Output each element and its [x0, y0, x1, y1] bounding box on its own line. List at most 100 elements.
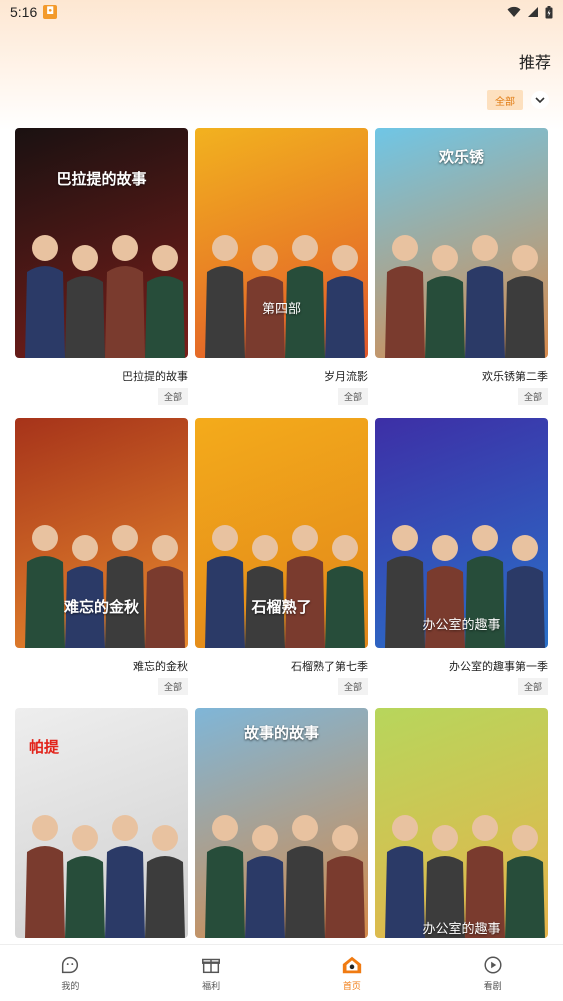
poster-title: 难忘的金秋	[63, 598, 139, 616]
poster-title: 故事的故事	[243, 724, 319, 742]
play-icon	[484, 956, 502, 974]
person-body	[285, 846, 325, 938]
drama-poster[interactable]: 欢乐锈	[375, 128, 548, 358]
person-head	[212, 815, 238, 841]
drama-poster[interactable]: 帕提	[15, 708, 188, 938]
drama-poster[interactable]: 难忘的金秋	[15, 418, 188, 648]
drama-title[interactable]: 难忘的金秋	[133, 658, 188, 674]
person-head	[292, 525, 318, 551]
person-head	[392, 235, 418, 261]
person-head	[432, 825, 458, 851]
drama-card[interactable]: 欢乐锈 欢乐锈第二季 全部	[375, 128, 548, 418]
poster-title: 办公室的趣事	[422, 618, 501, 633]
person-head	[212, 525, 238, 551]
person-body	[325, 276, 365, 358]
drama-card[interactable]: 办公室的趣事 办公室的趣事第一季 全部	[375, 418, 548, 708]
poster-title: 巴拉提的故事	[56, 170, 147, 188]
bottom-nav: 我的 福利 首页 看剧	[0, 944, 563, 1001]
drama-card[interactable]: 难忘的金秋 难忘的金秋 全部	[15, 418, 188, 708]
person-body	[25, 846, 65, 938]
person-head	[152, 245, 178, 271]
person-head	[72, 535, 98, 561]
nav-item-welfare[interactable]: 福利	[141, 945, 282, 1001]
person-head	[472, 235, 498, 261]
person-head	[512, 825, 538, 851]
person-body	[425, 566, 465, 648]
filter-expand-button[interactable]	[531, 91, 549, 109]
drama-poster[interactable]: 石榴熟了	[195, 418, 368, 648]
poster-artwork	[205, 235, 365, 358]
person-body	[25, 266, 65, 358]
drama-title[interactable]: 办公室的趣事第一季	[449, 658, 548, 674]
person-body	[325, 856, 365, 938]
drama-title[interactable]: 欢乐锈第二季	[482, 368, 548, 384]
person-head	[512, 245, 538, 271]
person-body	[105, 266, 145, 358]
person-head	[72, 825, 98, 851]
person-body	[465, 266, 505, 358]
person-body	[245, 276, 285, 358]
person-head	[432, 245, 458, 271]
person-body	[145, 276, 185, 358]
gift-icon	[202, 958, 221, 974]
person-head	[32, 815, 58, 841]
person-head	[472, 815, 498, 841]
drama-poster[interactable]: 巴拉提的故事	[15, 128, 188, 358]
person-head	[112, 235, 138, 261]
person-body	[385, 266, 425, 358]
person-body	[205, 846, 245, 938]
drama-card[interactable]: 石榴熟了 石榴熟了第七季 全部	[195, 418, 368, 708]
poster-title: 欢乐锈	[438, 148, 484, 166]
drama-title[interactable]: 岁月流影	[324, 368, 368, 384]
chevron-down-icon	[535, 97, 545, 104]
drama-poster[interactable]: 办公室的趣事	[375, 418, 548, 648]
app-notification-icon: ◘	[43, 5, 58, 19]
person-head	[32, 235, 58, 261]
status-bar: 5:16 ◘	[0, 0, 563, 24]
filter-row: 全部	[487, 90, 549, 110]
person-head	[432, 535, 458, 561]
person-head	[472, 525, 498, 551]
person-head	[152, 535, 178, 561]
nav-item-watch[interactable]: 看剧	[422, 945, 563, 1001]
person-body	[385, 556, 425, 648]
nav-item-home[interactable]: 首页	[282, 945, 423, 1001]
drama-poster[interactable]: 故事的故事	[195, 708, 368, 938]
drama-card[interactable]: 第四部 岁月流影 全部	[195, 128, 368, 418]
person-body	[105, 846, 145, 938]
person-head	[292, 235, 318, 261]
episode-badge: 全部	[157, 678, 188, 695]
poster-artwork	[25, 235, 185, 358]
person-body	[65, 276, 105, 358]
person-head	[152, 825, 178, 851]
poster-title: 石榴熟了	[251, 598, 312, 616]
drama-poster[interactable]: 办公室的趣事	[375, 708, 548, 938]
person-body	[505, 566, 545, 648]
person-body	[65, 856, 105, 938]
person-head	[292, 815, 318, 841]
person-head	[252, 825, 278, 851]
person-body	[505, 276, 545, 358]
wifi-icon	[507, 6, 521, 17]
episode-badge: 全部	[337, 388, 368, 405]
filter-chip-all[interactable]: 全部	[487, 90, 523, 110]
drama-title[interactable]: 巴拉提的故事	[122, 368, 188, 384]
drama-card[interactable]: 巴拉提的故事 巴拉提的故事 全部	[15, 128, 188, 418]
person-head	[332, 825, 358, 851]
face-icon	[62, 956, 79, 974]
person-head	[392, 815, 418, 841]
drama-title[interactable]: 石榴熟了第七季	[291, 658, 368, 674]
episode-badge: 全部	[337, 678, 368, 695]
poster-title: 第四部	[261, 302, 301, 317]
poster-artwork	[385, 815, 545, 938]
person-head	[252, 245, 278, 271]
person-body	[465, 556, 505, 648]
signal-icon	[528, 7, 538, 17]
nav-item-mine[interactable]: 我的	[0, 945, 141, 1001]
tab-recommend[interactable]: 推荐	[519, 49, 551, 73]
person-body	[145, 856, 185, 938]
status-icons	[507, 5, 553, 19]
person-head	[252, 535, 278, 561]
person-head	[32, 525, 58, 551]
drama-poster[interactable]: 第四部	[195, 128, 368, 358]
